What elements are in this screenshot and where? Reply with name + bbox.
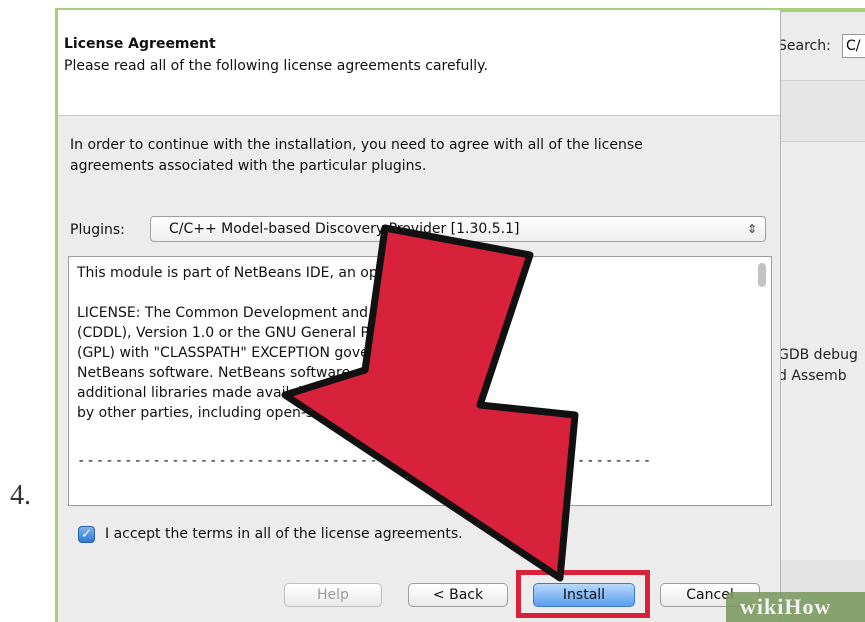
- dialog-title: License Agreement: [64, 36, 216, 52]
- step-number: 4.: [10, 480, 31, 511]
- plugins-selected-value: C/C++ Model-based Discovery Provider [1.…: [169, 221, 520, 237]
- select-arrows-icon: ⇕: [746, 222, 757, 236]
- license-line: (CDDL), Version 1.0 or the GNU General P…: [77, 325, 460, 341]
- dialog-subtitle: Please read all of the following license…: [64, 58, 488, 74]
- license-text-area[interactable]: This module is part of NetBeans IDE, an …: [68, 256, 772, 506]
- license-line: This module is part of NetBeans IDE, an …: [77, 265, 447, 281]
- plugins-select[interactable]: C/C++ Model-based Discovery Provider [1.…: [150, 216, 766, 242]
- plugins-label: Plugins:: [70, 222, 125, 238]
- background-description-line: d Assemb: [778, 368, 847, 384]
- accept-terms-label[interactable]: I accept the terms in all of the license…: [105, 526, 463, 542]
- scrollbar-thumb[interactable]: [758, 263, 766, 287]
- accept-terms-checkbox[interactable]: ✓: [78, 526, 95, 543]
- dialog-header: License Agreement Please read all of the…: [58, 10, 780, 116]
- screenshot-root: Search: C/ GDB debug d Assemb License Ag…: [0, 0, 865, 622]
- install-button[interactable]: Install: [533, 583, 635, 607]
- license-line: LICENSE: The Common Development and Dist…: [77, 305, 512, 321]
- background-table-header: [780, 80, 865, 142]
- license-line: by other parties, including open-source: [77, 405, 353, 421]
- back-button[interactable]: < Back: [408, 583, 508, 607]
- instruction-text: In order to continue with the installati…: [70, 137, 643, 174]
- wikihow-watermark: wikiHow: [726, 592, 865, 622]
- license-scrollbar[interactable]: [757, 261, 767, 501]
- license-line: NetBeans software. NetBeans software con…: [77, 365, 429, 381]
- background-search-input[interactable]: C/: [842, 34, 865, 58]
- help-button[interactable]: Help: [284, 583, 382, 607]
- background-description-line: GDB debug: [778, 347, 858, 363]
- background-plugin-description: GDB debug d Assemb: [778, 345, 858, 387]
- license-separator: ----------------------------------------…: [77, 453, 653, 469]
- license-line: additional libraries made available unde…: [77, 385, 480, 401]
- background-search-label: Search:: [778, 38, 831, 54]
- watermark-text: wikiHow: [740, 594, 832, 619]
- license-line: (GPL) with "CLASSPATH" EXCEPTION governi…: [77, 345, 433, 361]
- license-text: This module is part of NetBeans IDE, an …: [77, 263, 747, 423]
